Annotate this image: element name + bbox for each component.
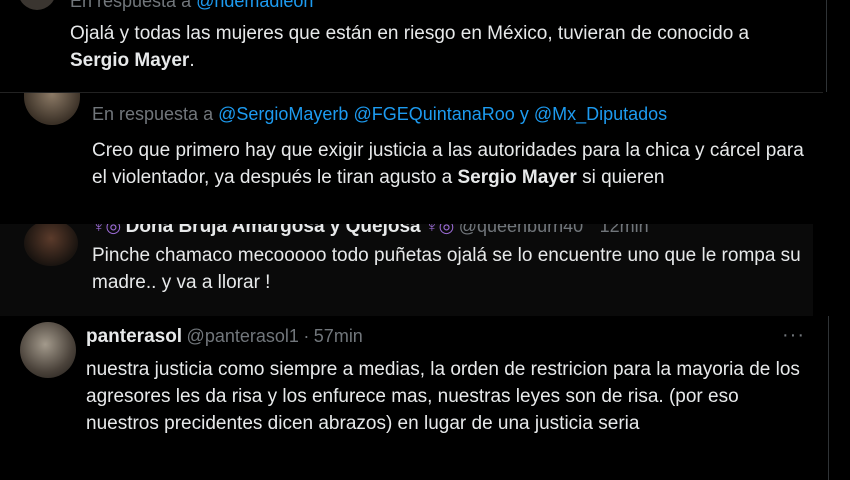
reply-prefix: En respuesta a [70,0,192,11]
reply-tweet-3[interactable]: ♆◎ Doña Bruja Amargosa y Quejosa ♆◎ @que… [0,224,813,316]
display-name[interactable]: panterasol [86,326,182,347]
separator: · [303,326,310,346]
reply-context: En respuesta a @ndemadieon [70,0,313,12]
emoji-icon: ♆◎ [425,224,455,236]
more-options-icon[interactable]: ··· [782,324,805,347]
avatar[interactable] [24,93,80,125]
avatar[interactable] [20,322,76,378]
divider [826,0,827,92]
reply-tweet-4[interactable]: panterasol @panterasol1 · 57min ··· nues… [0,316,832,480]
reply-tweet-2[interactable]: En respuesta a @SergioMayerb @FGEQuintan… [0,92,823,224]
user-handle[interactable]: @panterasol1 [187,326,299,346]
tweet-text: Ojalá y todas las mujeres que están en r… [70,23,750,71]
user-handle[interactable]: @queenburn40 [459,224,583,236]
bold-name: Sergio Mayer [70,50,190,71]
mention-link[interactable]: @FGEQuintanaRoo [353,104,514,124]
tweet-text: nuestra justicia como siempre a medias, … [86,359,800,434]
timestamp[interactable]: 12min [600,224,649,236]
avatar[interactable] [18,0,56,10]
emoji-icon: ♆◎ [92,224,122,236]
reply-context: En respuesta a @SergioMayerb @FGEQuintan… [92,104,667,125]
reply-prefix: En respuesta a [92,104,214,124]
tweet-header: ♆◎ Doña Bruja Amargosa y Quejosa ♆◎ @que… [92,224,649,238]
avatar[interactable] [24,224,78,266]
bold-name: Sergio Mayer [457,167,577,188]
tweet-header: panterasol @panterasol1 · 57min [86,326,363,348]
tweet-text: Pinche chamaco mecooooo todo puñetas oja… [92,245,801,293]
mention-link: y [519,104,529,124]
mention-link[interactable]: @SergioMayerb [218,104,348,124]
mention-link[interactable]: @Mx_Diputados [534,104,667,124]
tweet-text: Creo que primero hay que exigir justicia… [92,140,804,188]
reply-tweet-1[interactable]: En respuesta a @ndemadieon Ojalá y todas… [0,0,830,92]
display-name[interactable]: Doña Bruja Amargosa y Quejosa [126,224,421,237]
timestamp[interactable]: 57min [314,326,363,346]
divider [828,316,829,480]
mention-link[interactable]: @ndemadieon [196,0,313,11]
